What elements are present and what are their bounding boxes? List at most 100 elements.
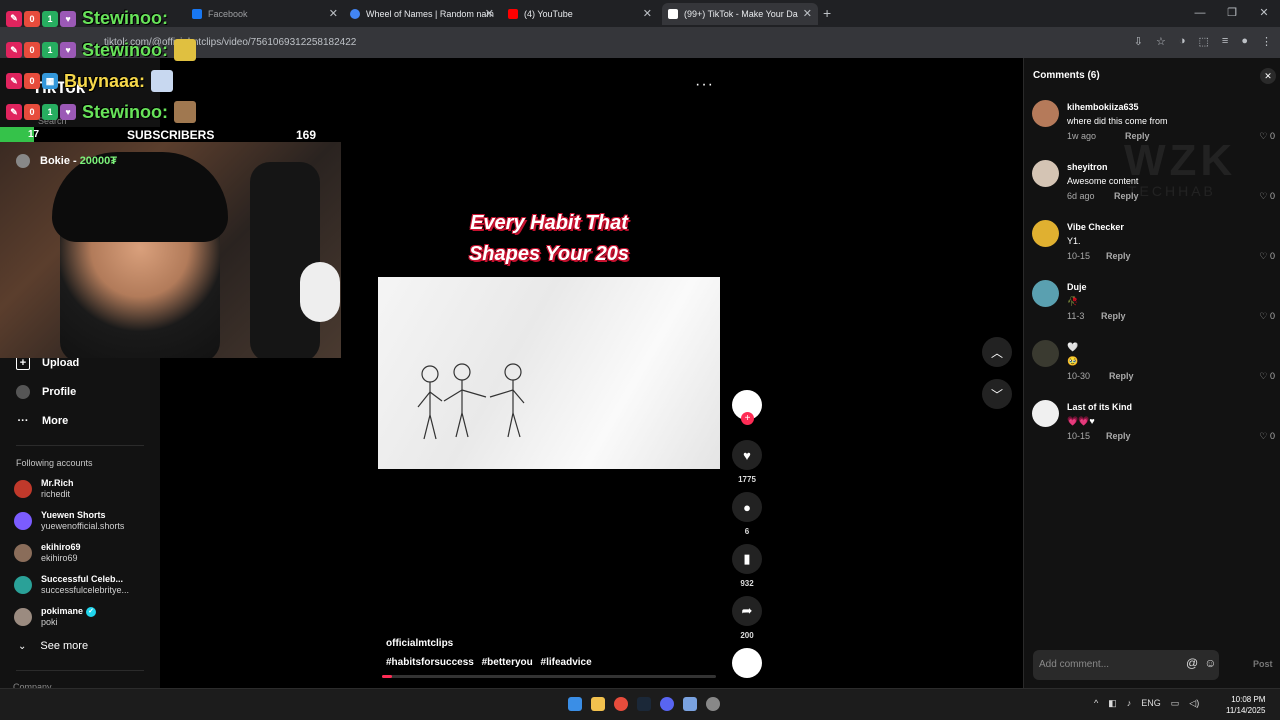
close-icon[interactable]: ✕ <box>1260 68 1276 84</box>
reply-button[interactable]: Reply <box>1114 191 1139 201</box>
comment-user[interactable]: Vibe Checker <box>1067 222 1124 232</box>
tab-wheel-of-names[interactable]: Wheel of Names | Random nam ✕ <box>344 3 500 25</box>
profile-icon[interactable]: ● <box>1241 35 1248 48</box>
hashtag[interactable]: #habitsforsuccess <box>386 657 474 668</box>
streamer-webcam: Bokie - 20000₮ <box>0 142 341 358</box>
tab-youtube[interactable]: (4) YouTube ✕ <box>502 3 658 25</box>
comment-user[interactable]: Duje <box>1067 282 1087 292</box>
heart-icon[interactable]: ♥ <box>732 440 762 470</box>
install-icon[interactable]: ⇩ <box>1134 35 1143 48</box>
media-icon[interactable]: ≡ <box>1222 35 1228 48</box>
following-account[interactable]: Mr.Rich richedit <box>14 478 74 500</box>
mic-icon[interactable]: ♪ <box>1127 698 1132 709</box>
sidebar-item-more[interactable]: ··· More <box>16 414 69 428</box>
avatar[interactable] <box>1032 280 1059 307</box>
comment-icon[interactable]: ● <box>732 492 762 522</box>
post-button[interactable]: Post <box>1253 659 1273 669</box>
volume-icon[interactable]: ◁) <box>1189 698 1199 709</box>
sidebar-item-profile[interactable]: Profile <box>16 385 76 399</box>
reply-button[interactable]: Reply <box>1125 131 1150 141</box>
comment-like[interactable]: ♡ 0 <box>1259 191 1275 202</box>
comment-like[interactable]: ♡ 0 <box>1259 131 1275 142</box>
language-indicator[interactable]: ENG <box>1141 698 1161 709</box>
comment-user[interactable]: 🤍 <box>1067 342 1078 353</box>
reply-button[interactable]: Reply <box>1106 431 1131 441</box>
next-video-button[interactable]: ﹀ <box>982 379 1012 409</box>
avatar[interactable] <box>1032 100 1059 127</box>
comment-like[interactable]: ♡ 0 <box>1259 371 1275 382</box>
hashtag[interactable]: #betteryou <box>482 657 533 668</box>
sidebar-item-label: More <box>42 415 69 427</box>
tab-tiktok[interactable]: (99+) TikTok - Make Your Da ✕ <box>662 3 818 25</box>
avatar[interactable] <box>1032 340 1059 367</box>
windows-start-icon[interactable] <box>568 697 582 711</box>
bookmark-star-icon[interactable]: ☆ <box>1156 35 1166 48</box>
taskbar-clock[interactable]: 10:08 PM 11/14/2025 <box>1226 694 1265 716</box>
new-tab-button[interactable]: + <box>823 5 831 21</box>
comment-user[interactable]: Last of its Kind <box>1067 402 1132 412</box>
clock-time: 10:08 PM <box>1231 695 1266 704</box>
close-window-button[interactable]: ✕ <box>1248 0 1280 27</box>
obs-icon[interactable] <box>706 697 720 711</box>
creator-avatar[interactable]: + <box>732 390 762 425</box>
clock-date: 11/14/2025 <box>1226 706 1266 715</box>
reply-button[interactable]: Reply <box>1106 251 1131 261</box>
discord-icon[interactable] <box>660 697 674 711</box>
like-action[interactable]: ♥ 1775 <box>732 440 762 484</box>
steam-icon[interactable] <box>637 697 651 711</box>
menu-icon[interactable]: ⋮ <box>1261 35 1272 48</box>
see-more-button[interactable]: ⌄ See more <box>18 640 88 652</box>
gaming-chair <box>250 162 320 358</box>
video-progress-bar[interactable] <box>382 675 716 678</box>
comment-user[interactable]: sheyitron <box>1067 162 1108 172</box>
bookmark-icon[interactable]: ▮ <box>732 544 762 574</box>
comment-text: 🥹 <box>1067 356 1079 366</box>
previous-video-button[interactable]: ︿ <box>982 337 1012 367</box>
reply-button[interactable]: Reply <box>1101 311 1126 321</box>
close-tab-icon[interactable]: ✕ <box>643 7 652 20</box>
following-account[interactable]: Yuewen Shorts yuewenofficial.shorts <box>14 510 124 532</box>
file-explorer-icon[interactable] <box>591 697 605 711</box>
save-action[interactable]: ▮ 932 <box>732 544 762 588</box>
reply-button[interactable]: Reply <box>1109 371 1134 381</box>
video-player[interactable] <box>378 277 720 469</box>
comment-user[interactable]: kihembokiiza635 <box>1067 102 1139 112</box>
display-icon[interactable]: ▭ <box>1171 698 1180 709</box>
comment-like[interactable]: ♡ 0 <box>1259 251 1275 262</box>
comment-action[interactable]: ● 6 <box>732 492 762 536</box>
share-action[interactable]: ➦ 200 <box>732 596 762 640</box>
app-icon[interactable] <box>683 697 697 711</box>
avatar[interactable] <box>1032 400 1059 427</box>
share-icon[interactable]: ➦ <box>732 596 762 626</box>
more-options-button[interactable]: ··· <box>695 76 714 94</box>
following-account[interactable]: pokimane ✓ poki <box>14 606 97 628</box>
puzzle-icon[interactable]: ⬚ <box>1199 35 1209 48</box>
close-tab-icon[interactable]: ✕ <box>485 7 494 20</box>
minimize-button[interactable]: — <box>1184 0 1216 27</box>
avatar[interactable] <box>1032 220 1059 247</box>
avatar <box>14 544 32 562</box>
avatar[interactable] <box>1032 160 1059 187</box>
network-icon[interactable]: ◧ <box>1108 698 1117 709</box>
comment-like[interactable]: ♡ 0 <box>1259 311 1275 322</box>
chat-username: Stewinoo: <box>82 8 168 28</box>
music-disc[interactable] <box>732 648 762 678</box>
sidebar-item-upload[interactable]: + Upload <box>16 356 79 370</box>
tab-facebook[interactable]: Facebook ✕ <box>188 3 344 25</box>
chrome-icon[interactable] <box>614 697 628 711</box>
stick-figures-illustration <box>417 363 525 440</box>
close-tab-icon[interactable]: ✕ <box>329 7 338 20</box>
extension-icon[interactable]: ◑ <box>1179 35 1186 48</box>
comment-like[interactable]: ♡ 0 <box>1259 431 1275 442</box>
maximize-button[interactable]: ❐ <box>1216 0 1248 27</box>
following-account[interactable]: Successful Celeb... successfulcelebritye… <box>14 574 129 596</box>
mention-icon[interactable]: @ <box>1186 656 1198 670</box>
emoji-icon[interactable]: ☺ <box>1204 656 1216 670</box>
chevron-down-icon: ⌄ <box>18 640 27 652</box>
following-account[interactable]: ekihiro69 ekihiro69 <box>14 542 81 564</box>
hashtag[interactable]: #lifeadvice <box>541 657 592 668</box>
follow-plus-icon[interactable]: + <box>741 412 754 425</box>
close-tab-icon[interactable]: ✕ <box>803 7 812 20</box>
video-username[interactable]: officialmtclips <box>386 638 597 649</box>
chevron-up-icon[interactable]: ^ <box>1094 698 1098 709</box>
